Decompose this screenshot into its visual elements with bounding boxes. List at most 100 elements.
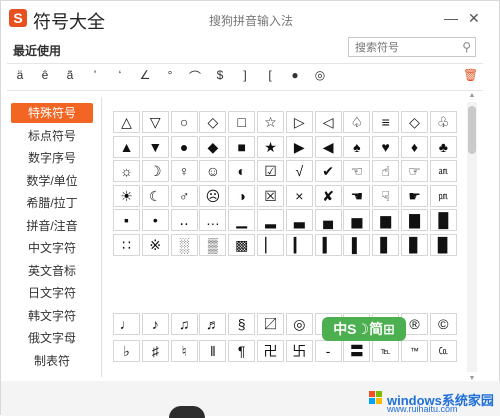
symbol-cell[interactable]: ☚	[343, 184, 371, 207]
symbol-cell[interactable]: ✘	[314, 184, 342, 207]
symbol-cell[interactable]: ★	[257, 135, 284, 158]
symbol-cell[interactable]: ☒	[257, 184, 284, 207]
recent-symbol[interactable]: ‘	[109, 68, 131, 82]
symbol-cell[interactable]: ▍	[314, 233, 342, 256]
recent-symbol[interactable]: ∠	[134, 68, 156, 82]
symbol-cell[interactable]: 卍	[257, 340, 284, 362]
recent-symbol[interactable]: °	[159, 68, 181, 82]
symbol-cell[interactable]: §	[228, 313, 256, 335]
minimize-icon[interactable]: —	[444, 10, 458, 26]
symbol-cell[interactable]: ◆	[199, 135, 227, 158]
symbol-cell[interactable]: ●	[170, 135, 198, 158]
symbol-cell[interactable]: ▃	[285, 209, 313, 231]
symbol-cell[interactable]: ※	[141, 233, 169, 256]
symbol-cell[interactable]: 〓	[343, 340, 371, 362]
sidebar-item[interactable]: 希腊/拉丁	[11, 193, 93, 213]
symbol-cell[interactable]: ☺	[199, 160, 227, 182]
recent-symbol[interactable]: ◎	[309, 68, 331, 82]
symbol-cell[interactable]: 卐	[285, 340, 313, 362]
symbol-cell[interactable]: ㏇	[429, 340, 457, 362]
symbol-cell[interactable]: ○	[170, 111, 198, 133]
symbol-cell[interactable]: ░	[170, 233, 198, 256]
symbol-cell[interactable]: ‖	[199, 340, 227, 362]
scrollbar[interactable]: ▲ ▼	[467, 92, 477, 382]
symbol-cell[interactable]: ▏	[257, 233, 284, 256]
symbol-cell[interactable]: ☾	[141, 184, 169, 207]
symbol-cell[interactable]: ♣	[429, 135, 457, 158]
symbol-cell[interactable]: ㏘	[429, 184, 457, 207]
sidebar-item[interactable]: 日文字符	[11, 283, 93, 303]
symbol-cell[interactable]: ▁	[228, 209, 256, 231]
sidebar-item[interactable]: 制表符	[11, 351, 93, 371]
symbol-cell[interactable]: ◎	[285, 313, 313, 335]
symbol-cell[interactable]: ☽	[141, 160, 169, 182]
sidebar-item[interactable]: 标点符号	[11, 126, 93, 146]
recent-symbol[interactable]: ●	[284, 68, 306, 82]
symbol-cell[interactable]: ☆	[257, 111, 284, 133]
symbol-cell[interactable]: •	[141, 209, 169, 231]
symbol-cell[interactable]: ☟	[372, 184, 400, 207]
symbol-cell[interactable]: █	[429, 209, 457, 231]
symbol-cell[interactable]: ☀	[113, 184, 140, 207]
symbol-cell[interactable]: ◐	[228, 160, 256, 182]
symbol-cell[interactable]: ◑	[228, 184, 256, 207]
symbol-cell[interactable]: ◇	[199, 111, 227, 133]
symbol-cell[interactable]: ♬	[199, 313, 227, 335]
search-box[interactable]: ⚲	[348, 37, 476, 57]
symbol-cell[interactable]: ▂	[257, 209, 284, 231]
symbol-cell[interactable]: ▎	[285, 233, 313, 256]
symbol-cell[interactable]: ♧	[429, 111, 457, 133]
symbol-cell[interactable]: □	[228, 111, 256, 133]
recent-symbol[interactable]: ä	[9, 68, 31, 82]
symbol-cell[interactable]: ▇	[401, 209, 428, 231]
symbol-cell[interactable]: ◇	[401, 111, 428, 133]
symbol-cell[interactable]: ▉	[429, 233, 457, 256]
sidebar-item[interactable]: 中文字符	[11, 238, 93, 258]
symbol-cell[interactable]: ◁	[314, 111, 342, 133]
symbol-cell[interactable]: ☼	[113, 160, 140, 182]
recent-symbol[interactable]: [	[259, 68, 281, 82]
symbol-cell[interactable]: ▶	[285, 135, 313, 158]
sidebar-item[interactable]: 拼音/注音	[11, 216, 93, 236]
scroll-up-icon[interactable]: ▲	[467, 92, 477, 99]
symbol-cell[interactable]: ♯	[141, 340, 169, 362]
symbol-cell[interactable]: ▲	[113, 135, 140, 158]
scroll-thumb[interactable]	[468, 106, 476, 154]
symbol-cell[interactable]: ㏂	[429, 160, 457, 182]
symbol-cell[interactable]: ‐	[314, 340, 342, 362]
symbol-cell[interactable]: ▅	[343, 209, 371, 231]
trash-icon[interactable]: 🗑	[463, 68, 478, 82]
recent-symbol[interactable]: $	[209, 68, 231, 82]
symbol-cell[interactable]: …	[199, 209, 227, 231]
sidebar-item[interactable]: 韩文字符	[11, 306, 93, 326]
sidebar-item[interactable]: 俄文字母	[11, 328, 93, 348]
symbol-cell[interactable]: ▷	[285, 111, 313, 133]
recent-symbol[interactable]: ã	[59, 68, 81, 82]
symbol-cell[interactable]: ∷	[113, 233, 140, 256]
sidebar-item[interactable]: 数学/单位	[11, 171, 93, 191]
symbol-cell[interactable]: ☜	[343, 160, 371, 182]
symbol-cell[interactable]: ¶	[228, 340, 256, 362]
symbol-cell[interactable]: ▌	[343, 233, 371, 256]
ime-status-badge[interactable]: 中S☽简⊞	[322, 317, 406, 341]
symbol-cell[interactable]: ♮	[170, 340, 198, 362]
symbol-cell[interactable]: ▒	[199, 233, 227, 256]
symbol-cell[interactable]: 〼	[257, 313, 284, 335]
symbol-cell[interactable]: ♤	[343, 111, 371, 133]
recent-symbol[interactable]: ]	[234, 68, 256, 82]
recent-symbol[interactable]: ⌒	[184, 68, 206, 85]
symbol-cell[interactable]: ♀	[170, 160, 198, 182]
recent-symbol[interactable]: ’	[84, 68, 106, 82]
symbol-cell[interactable]: ♫	[170, 313, 198, 335]
symbol-cell[interactable]: ♩	[113, 313, 140, 335]
symbol-cell[interactable]: ♪	[141, 313, 169, 335]
symbol-cell[interactable]: ©	[429, 313, 457, 335]
symbol-cell[interactable]: ■	[228, 135, 256, 158]
symbol-cell[interactable]: ♦	[401, 135, 428, 158]
symbol-cell[interactable]: ▼	[141, 135, 169, 158]
symbol-cell[interactable]: ▊	[401, 233, 428, 256]
symbol-cell[interactable]: ▆	[372, 209, 400, 231]
symbol-cell[interactable]: ™	[401, 340, 428, 362]
sidebar-item[interactable]: 数字序号	[11, 148, 93, 168]
symbol-cell[interactable]: ×	[285, 184, 313, 207]
